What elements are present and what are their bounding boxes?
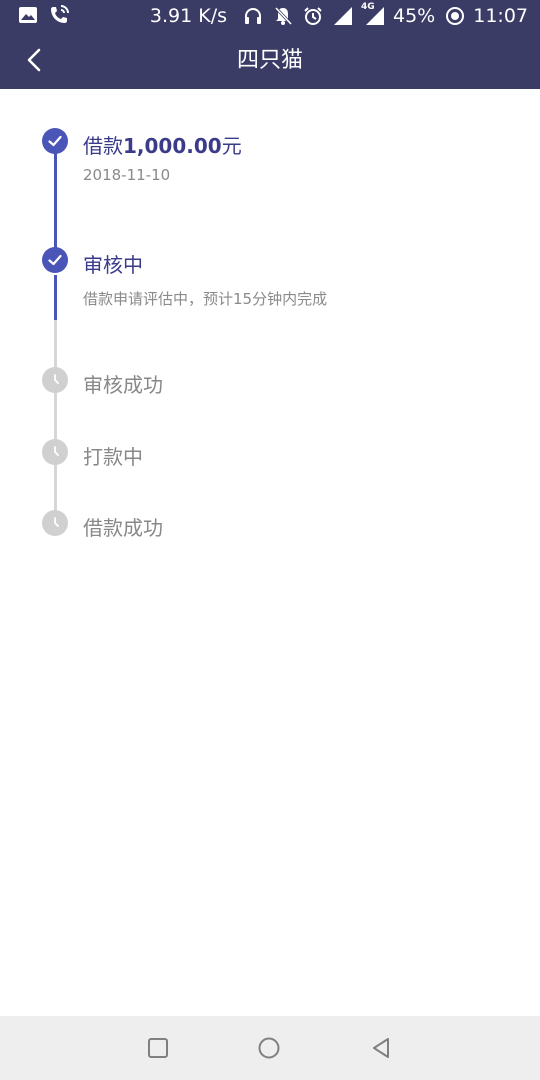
step-title: 借款1,000.00元 (83, 130, 242, 159)
network-type-label: 4G (361, 2, 375, 12)
page-title: 四只猫 (236, 48, 303, 73)
step-title-prefix: 借款 (83, 134, 123, 158)
timeline-connector-pending (54, 320, 57, 525)
step-title: 借款成功 (83, 516, 163, 540)
back-button[interactable] (18, 44, 50, 76)
timeline-connector-done (54, 275, 57, 320)
home-icon (258, 1037, 280, 1059)
loan-amount: 1,000.00 (123, 134, 222, 158)
recent-apps-icon (148, 1038, 168, 1058)
alarm-icon (303, 6, 323, 26)
step-title: 审核成功 (83, 373, 163, 397)
status-left-icons (18, 4, 72, 26)
clock-icon (42, 510, 68, 536)
back-arrow-icon (27, 48, 41, 72)
headphones-icon (243, 6, 263, 26)
timeline-connector-done (54, 143, 57, 261)
system-back-button[interactable] (361, 1030, 401, 1066)
signal-4g-icon: 4G (361, 2, 385, 26)
battery-percent: 45% (393, 5, 436, 27)
clock-icon (42, 367, 68, 393)
back-triangle-icon (373, 1038, 389, 1058)
clock: 11:07 (473, 5, 528, 27)
step-description: 借款申请评估中，预计15分钟内完成 (83, 290, 328, 308)
step-title-suffix: 元 (221, 134, 242, 158)
screen: 3.91 K/s 4G 45% 11:07 四只猫 借款1,000.00元 20… (0, 0, 540, 1080)
step-date: 2018-11-10 (83, 166, 171, 184)
check-circle-icon (42, 128, 68, 154)
app-header: 四只猫 (0, 32, 540, 89)
signal-icon (333, 6, 353, 26)
home-button[interactable] (249, 1030, 289, 1066)
bell-off-icon (273, 6, 293, 26)
net-speed: 3.91 K/s (149, 5, 227, 27)
recent-apps-button[interactable] (138, 1030, 178, 1066)
clock-icon (42, 439, 68, 465)
status-bar: 3.91 K/s 4G 45% 11:07 (0, 0, 540, 32)
image-icon (18, 5, 38, 25)
system-nav-bar (0, 1016, 540, 1080)
step-title: 审核中 (83, 253, 143, 277)
phone-call-icon (48, 4, 72, 26)
check-circle-icon (42, 247, 68, 273)
status-right-icons: 3.91 K/s 4G 45% 11:07 (150, 0, 528, 32)
battery-saver-icon (445, 6, 465, 26)
step-title: 打款中 (83, 445, 143, 469)
